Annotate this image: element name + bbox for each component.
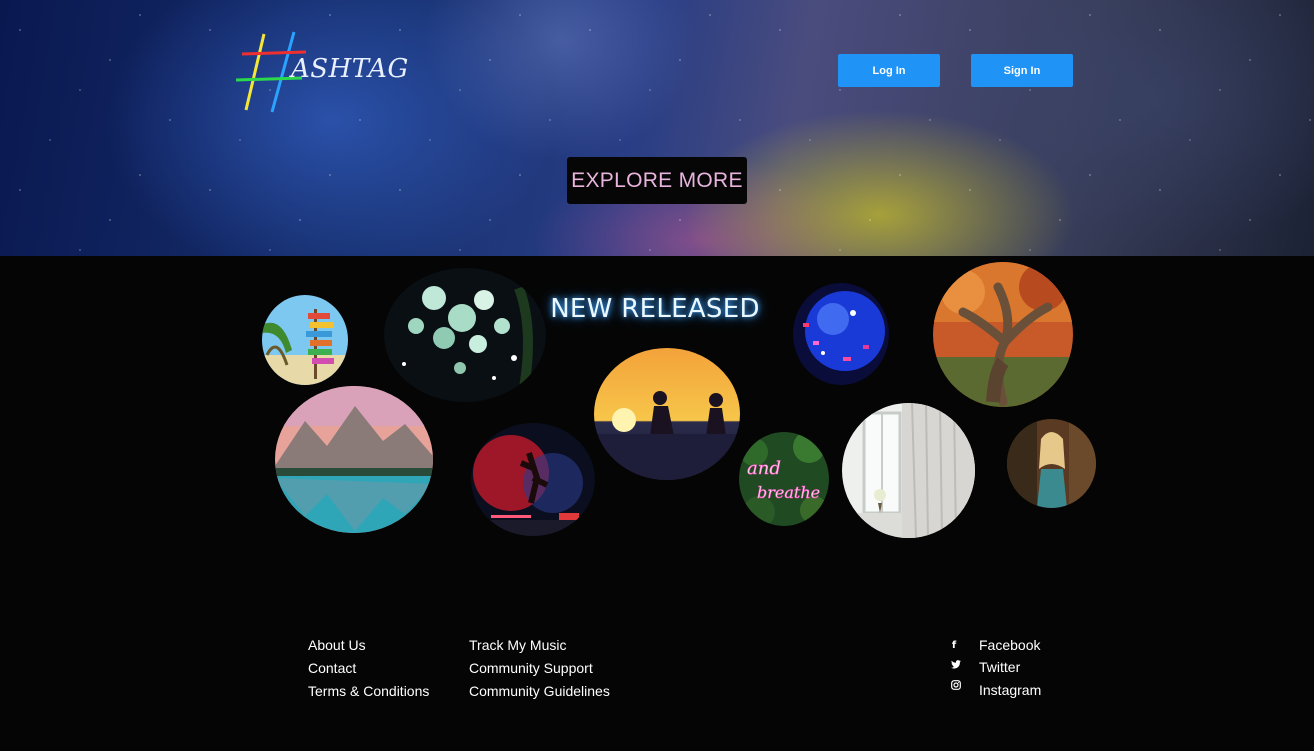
instagram-icon [950,680,962,693]
and-breathe-image: and breathe [739,432,829,526]
signin-button[interactable]: Sign In [971,54,1073,87]
sunset-couple-image [594,348,740,480]
footer-link-instagram[interactable]: Instagram [979,682,1041,698]
woman-portrait-image [1007,419,1096,508]
footer-link-facebook[interactable]: Facebook [979,637,1040,653]
new-released-title: NEW RELEASED [550,294,760,324]
footer-link-community-guidelines[interactable]: Community Guidelines [469,683,610,699]
release-dancer-stage[interactable] [471,423,595,536]
hashtag-logo[interactable]: ASHTAG [235,30,408,114]
facebook-icon: f [951,640,957,651]
footer-link-twitter[interactable]: Twitter [979,659,1020,675]
footer-link-contact[interactable]: Contact [308,660,356,676]
footer-link-community-support[interactable]: Community Support [469,660,593,676]
disco-balls-image [384,268,546,402]
footer-link-about-us[interactable]: About Us [308,637,366,653]
twisted-tree-image [933,262,1073,407]
release-twisted-tree[interactable] [933,262,1073,407]
release-signpost-beach[interactable] [262,295,348,385]
twitter-icon [950,660,962,672]
mountain-lake-image [275,386,433,533]
release-disco-balls[interactable] [384,268,546,402]
release-mountain-lake[interactable] [275,386,433,533]
blue-disco-ball-image [793,283,889,385]
logo-text: ASHTAG [291,54,409,84]
svg-text:and: and [747,458,781,479]
signpost-beach-image [262,295,348,385]
release-window-curtain[interactable] [842,403,975,538]
release-woman-portrait[interactable] [1007,419,1096,508]
svg-text:breathe: breathe [757,483,820,502]
footer-link-track-music[interactable]: Track My Music [469,637,566,653]
window-curtain-image [842,403,975,538]
dancer-stage-image [471,423,595,536]
hero-banner: ASHTAG Log In Sign In EXPLORE MORE [0,0,1314,256]
release-blue-disco-ball[interactable] [793,283,889,385]
footer-link-terms[interactable]: Terms & Conditions [308,683,429,699]
release-sunset-couple[interactable] [594,348,740,480]
release-and-breathe[interactable]: and breathe [739,432,829,526]
login-button[interactable]: Log In [838,54,940,87]
explore-more-button[interactable]: EXPLORE MORE [567,157,747,204]
star-field [0,0,1314,256]
